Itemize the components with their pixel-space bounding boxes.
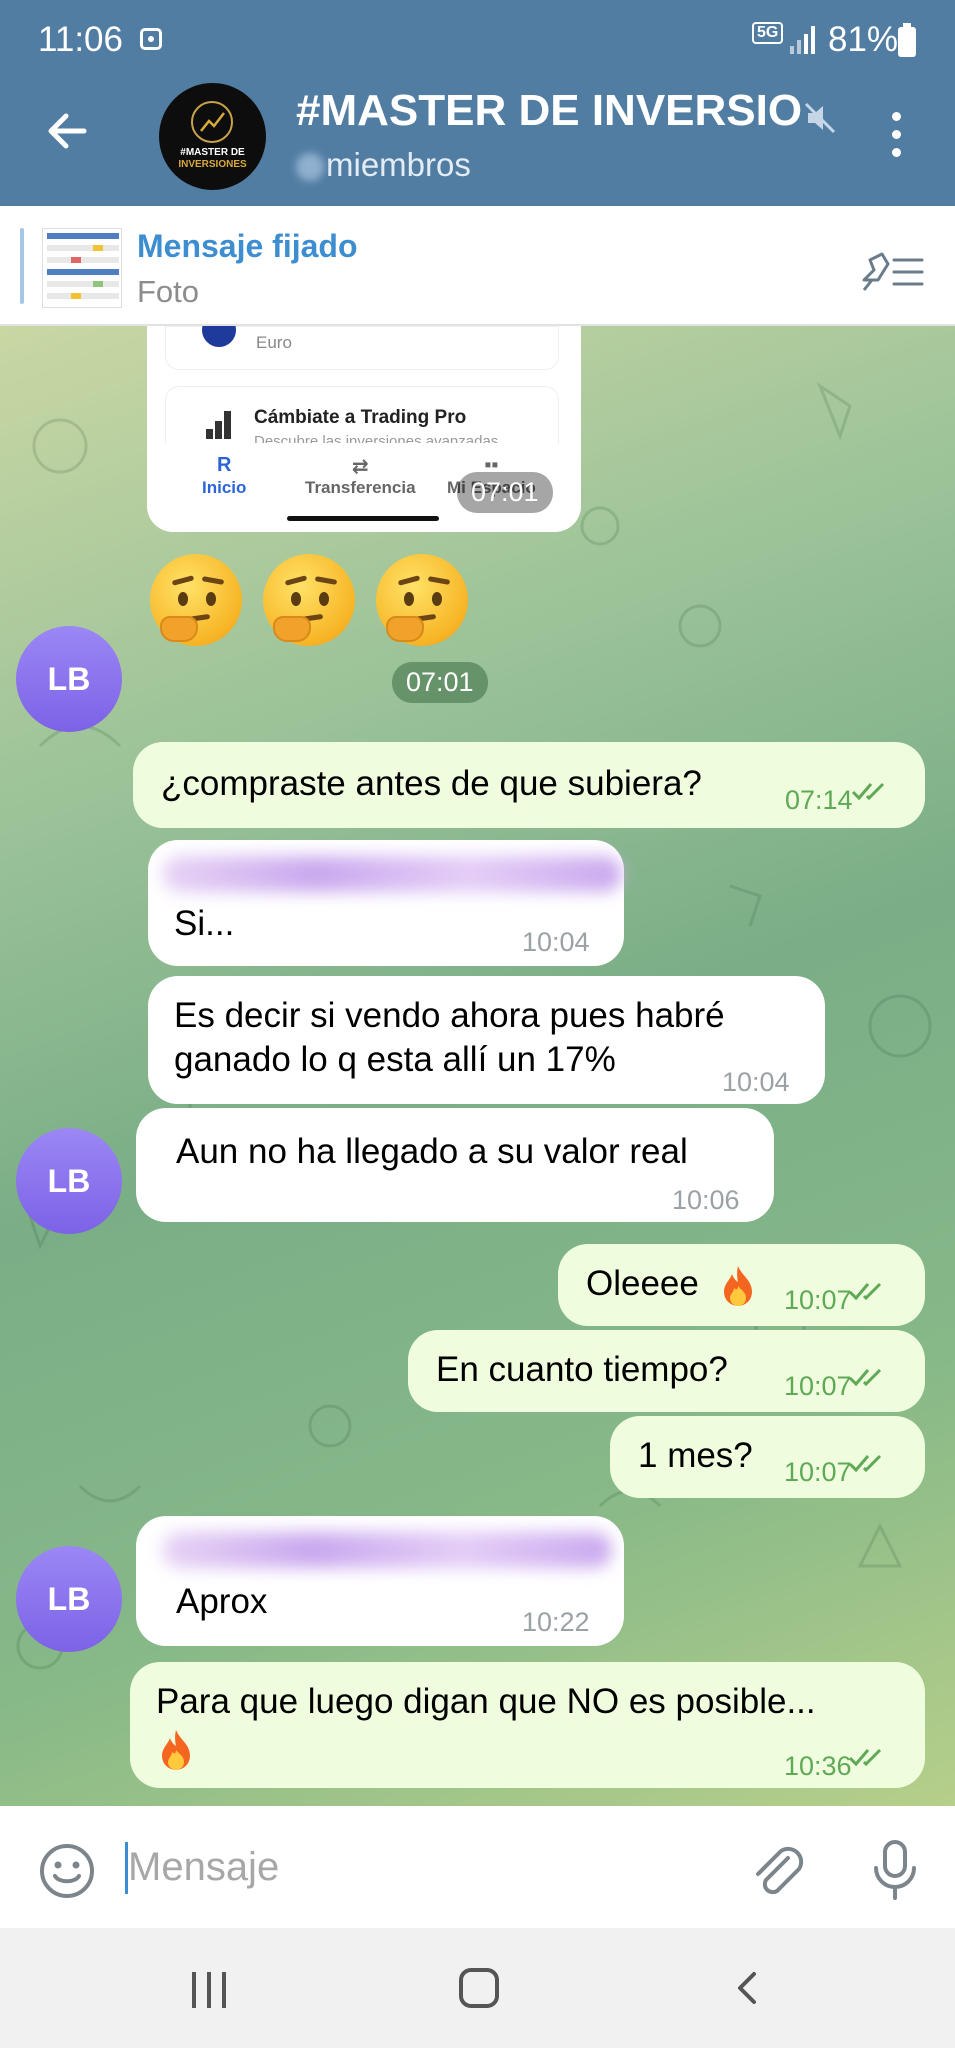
message-text: Aprox [176, 1582, 268, 1621]
image-card-title: Cámbiate a Trading Pro [254, 407, 467, 428]
avatar[interactable]: LB [16, 626, 122, 732]
outgoing-message[interactable]: ¿compraste antes de que subiera? 07:14 [133, 742, 925, 828]
emoji-message[interactable] [150, 554, 480, 654]
message-time: 10:36 [784, 1751, 852, 1781]
battery-level: 81% [828, 20, 899, 59]
status-time: 11:06 [38, 20, 123, 59]
message-time: 10:06 [672, 1185, 740, 1215]
double-check-icon [851, 782, 885, 801]
network-type: 5G [752, 22, 784, 44]
outgoing-message[interactable]: 1 mes? 10:07 [610, 1416, 925, 1498]
incoming-message[interactable]: Aun no ha llegado a su valor real 10:06 [136, 1108, 774, 1222]
thinking-face-icon [376, 554, 468, 646]
chat-area[interactable]: Euro Cámbiate a Trading Pro Descubre las… [0, 326, 955, 1806]
message-time: 10:04 [522, 927, 590, 957]
outgoing-message[interactable]: En cuanto tiempo? 10:07 [408, 1330, 925, 1412]
message-text: 1 mes? [638, 1436, 753, 1475]
message-time: 10:04 [722, 1067, 790, 1097]
muted-icon [804, 102, 836, 134]
pinned-list-icon[interactable] [860, 250, 926, 294]
message-text: En cuanto tiempo? [436, 1350, 728, 1389]
message-time: 10:22 [522, 1607, 590, 1637]
member-count: miembros [296, 146, 471, 184]
image-message[interactable]: Euro Cámbiate a Trading Pro Descubre las… [147, 326, 581, 532]
fire-icon [718, 1264, 752, 1306]
image-card-text: Euro [256, 333, 292, 352]
avatar[interactable]: LB [16, 1128, 122, 1234]
attach-icon[interactable] [748, 1840, 804, 1900]
pinned-indicator [20, 228, 24, 304]
avatar-logo-text: #MASTER DE INVERSIONES [178, 147, 247, 170]
chat-header: 11:06 5G 81% #MASTER DE INVERSIONES #MAS… [0, 0, 955, 206]
chart-logo-icon [191, 101, 233, 143]
incoming-message[interactable]: Es decir si vendo ahora pues habré ganad… [148, 976, 825, 1104]
double-check-icon [848, 1454, 882, 1473]
message-text: Para que luego digan que NO es posible..… [156, 1682, 816, 1721]
outgoing-message[interactable]: Oleeee 10:07 [558, 1244, 925, 1326]
thinking-face-icon [263, 554, 355, 646]
recent-apps-icon[interactable] [190, 1972, 230, 2008]
sender-name-blurred [162, 1532, 612, 1568]
message-input-bar [0, 1806, 955, 1928]
fire-icon [156, 1728, 190, 1770]
outgoing-message[interactable]: Para que luego digan que NO es posible..… [130, 1662, 925, 1788]
image-tab: R Inicio [202, 454, 247, 497]
trading-bars-icon [206, 409, 232, 439]
message-text: Oleeee [586, 1264, 699, 1303]
message-time: 07:14 [785, 785, 853, 815]
microphone-icon[interactable] [870, 1838, 920, 1902]
message-time: 07:01 [457, 472, 553, 513]
message-time: 10:07 [784, 1457, 852, 1487]
gallery-notification-icon [140, 28, 162, 50]
chat-title[interactable]: #MASTER DE INVERSIO [296, 86, 836, 136]
status-bar: 11:06 5G 81% [0, 0, 955, 80]
image-home-indicator [287, 516, 439, 521]
more-menu-icon[interactable] [884, 112, 908, 158]
channel-avatar[interactable]: #MASTER DE INVERSIONES [159, 83, 266, 190]
sender-name-blurred [162, 856, 622, 892]
double-check-icon [848, 1748, 882, 1767]
signal-icon [790, 24, 820, 54]
incoming-message[interactable]: Aprox 10:22 [136, 1516, 624, 1646]
double-check-icon [848, 1282, 882, 1301]
image-card: Euro [165, 326, 559, 370]
avatar[interactable]: LB [16, 1546, 122, 1652]
message-text: ¿compraste antes de que subiera? [161, 764, 702, 803]
back-arrow-icon[interactable] [44, 108, 90, 154]
battery-icon [898, 23, 916, 57]
message-time: 07:01 [392, 662, 488, 703]
message-time: 10:07 [784, 1285, 852, 1315]
message-text: Aun no ha llegado a su valor real [176, 1132, 688, 1171]
message-time: 10:07 [784, 1371, 852, 1401]
back-icon[interactable] [728, 1968, 768, 2008]
pinned-thumbnail [42, 228, 122, 308]
pinned-message-bar[interactable]: Mensaje fijado Foto [0, 206, 955, 326]
message-text: Si... [174, 904, 235, 943]
incoming-message[interactable]: Si... 10:04 [148, 840, 624, 966]
pinned-title: Mensaje fijado [137, 228, 358, 264]
home-icon[interactable] [459, 1968, 499, 2008]
emoji-icon[interactable] [38, 1842, 96, 1900]
pinned-subtitle: Foto [137, 274, 200, 309]
double-check-icon [848, 1368, 882, 1387]
message-text: ganado lo q esta allí un 17% [174, 1040, 616, 1079]
euro-flag-icon [202, 326, 236, 347]
message-input[interactable] [128, 1836, 708, 1898]
image-tab: ⇄ Transferencia [305, 456, 416, 497]
message-text: Es decir si vendo ahora pues habré [174, 996, 725, 1035]
system-nav-bar [0, 1928, 955, 2048]
thinking-face-icon [150, 554, 242, 646]
image-card-subtitle: Descubre las inversiones avanzadas [254, 433, 499, 443]
